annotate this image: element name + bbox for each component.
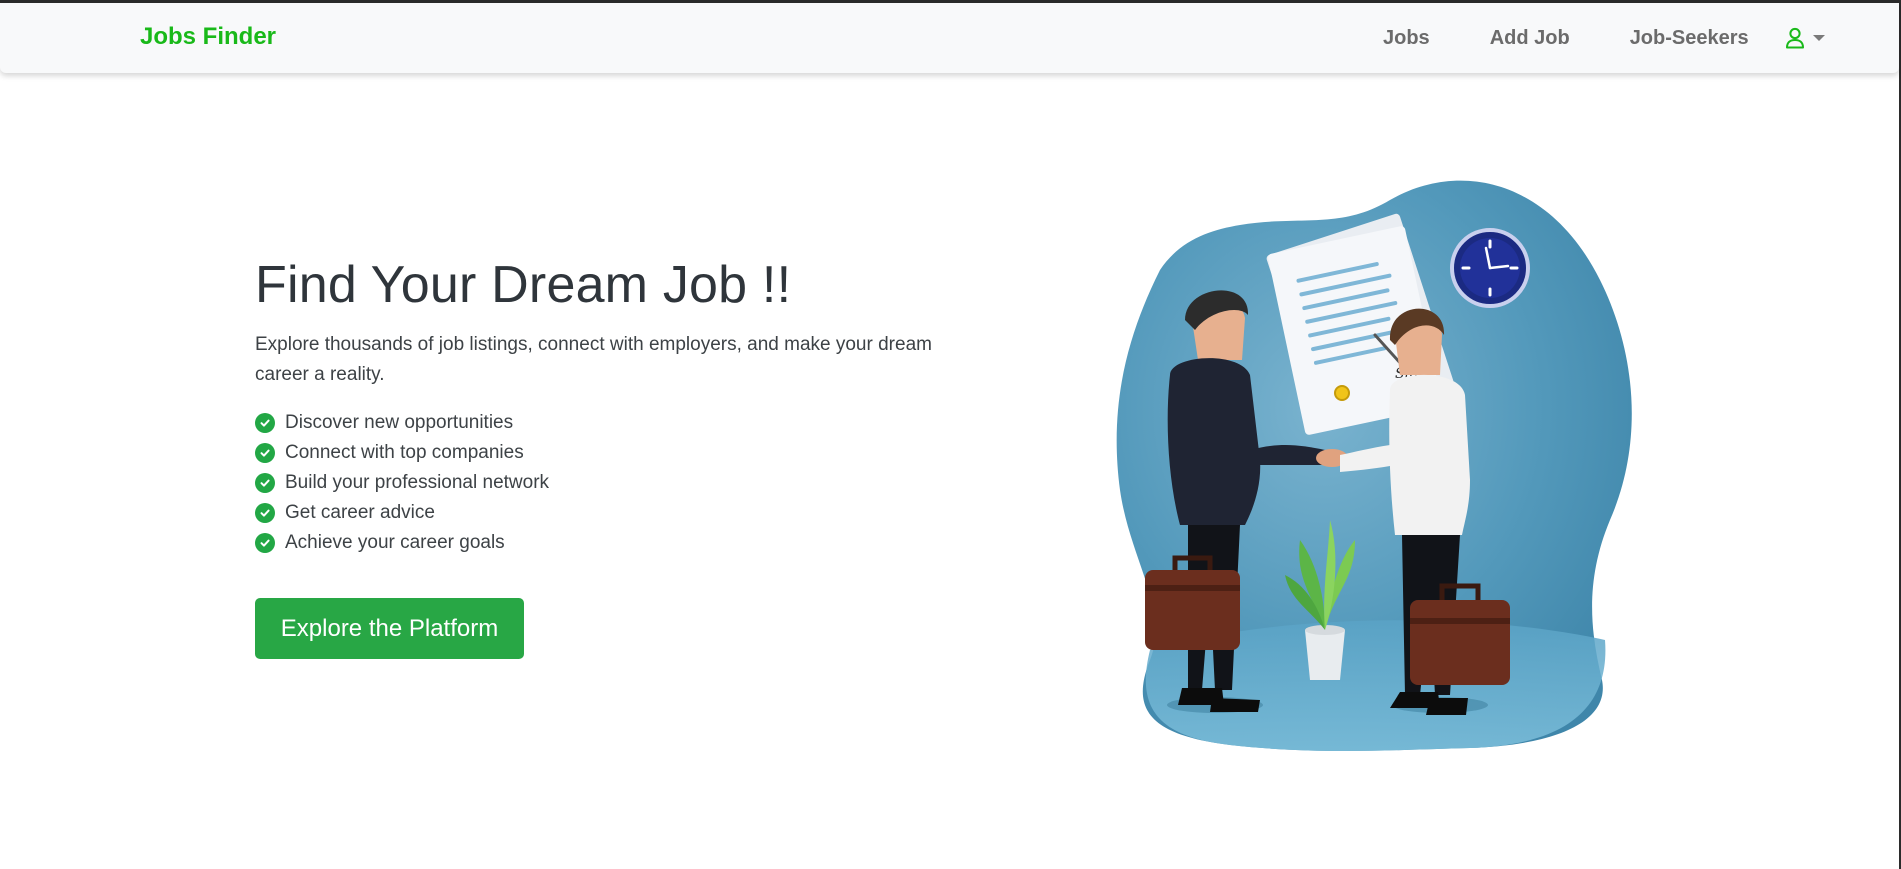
feature-item: Achieve your career goals [255, 528, 549, 558]
feature-text: Achieve your career goals [285, 532, 505, 553]
clock [1450, 228, 1530, 308]
user-icon [1785, 27, 1804, 49]
feature-item: Build your professional network [255, 468, 549, 498]
check-circle-icon [255, 533, 275, 553]
nav-links: Jobs Add Job Job-Seekers [1370, 3, 1825, 73]
check-circle-icon [255, 443, 275, 463]
feature-text: Build your professional network [285, 472, 550, 493]
feature-text: Get career advice [285, 502, 435, 523]
check-circle-icon [255, 413, 275, 433]
feature-item: Get career advice [255, 498, 549, 528]
user-dropdown-toggle[interactable] [1785, 27, 1825, 49]
hero-title: Find Your Dream Job !! [255, 256, 792, 314]
check-circle-icon [255, 503, 275, 523]
handshake-illustration: Sign [1116, 180, 1632, 752]
navbar: Jobs Finder Jobs Add Job Job-Seekers [0, 3, 1899, 73]
nav-link-jobs[interactable]: Jobs [1370, 27, 1460, 50]
check-circle-icon [255, 473, 275, 493]
feature-text: Connect with top companies [285, 442, 524, 463]
feature-item: Discover new opportunities [255, 408, 549, 438]
nav-link-add-job[interactable]: Add Job [1460, 27, 1600, 50]
chevron-down-icon [1812, 35, 1825, 41]
brand-logo[interactable]: Jobs Finder [140, 23, 276, 51]
feature-item: Connect with top companies [255, 438, 549, 468]
feature-list: Discover new opportunities Connect with … [255, 408, 549, 558]
feature-text: Discover new opportunities [285, 412, 514, 433]
nav-link-job-seekers[interactable]: Job-Seekers [1600, 27, 1779, 50]
hero-description: Explore thousands of job listings, conne… [255, 334, 932, 385]
explore-platform-button[interactable]: Explore the Platform [255, 598, 524, 659]
